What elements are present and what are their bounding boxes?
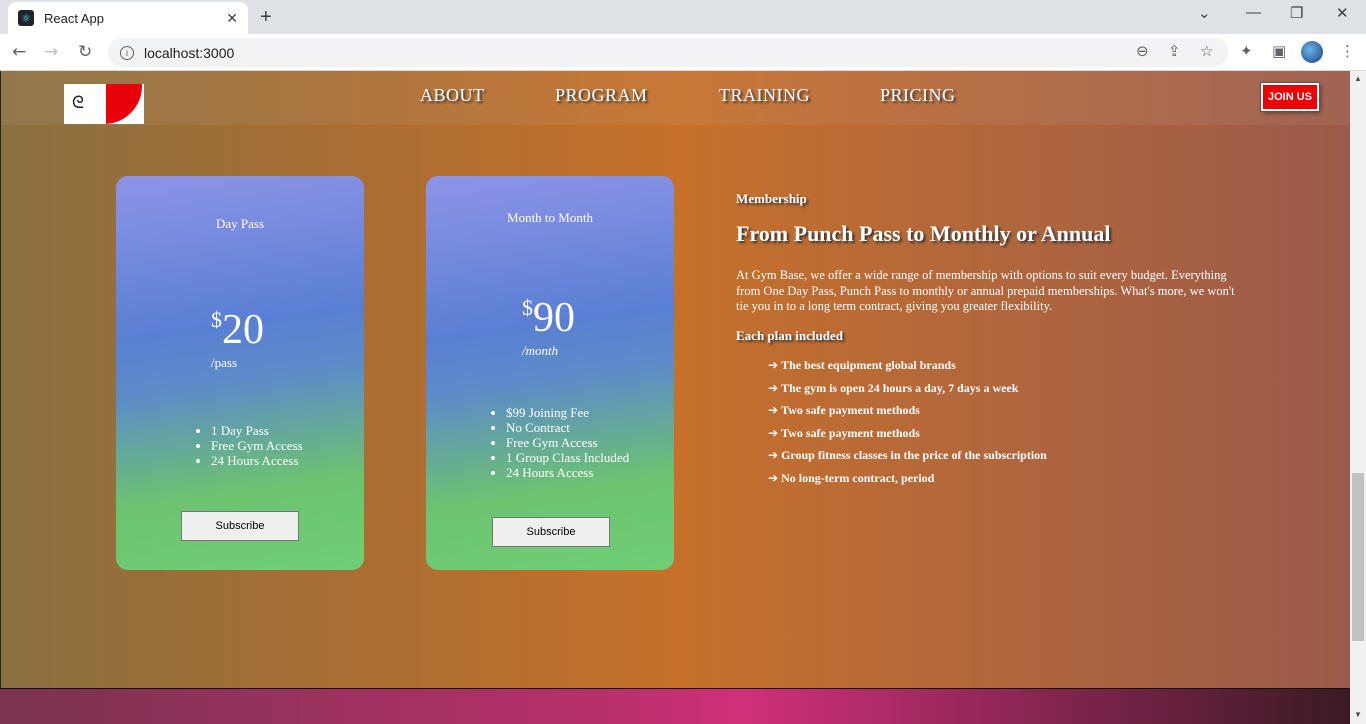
tab-bar: ⚛ React App ✕ + ⌄ — ❐ ✕ [0,0,1366,34]
card-price: $90 [522,294,575,342]
card-price: $20 [211,306,264,354]
site-logo[interactable]: ᘓ [64,84,144,124]
benefit-text: Two safe payment methods [781,403,920,418]
address-bar: ← → ↻ i localhost:3000 ⊖ ⇪ ☆ ✦ ▣ ⋮ [0,34,1366,71]
site-header: ᘓ ABOUT PROGRAM TRAINING PRICING JOIN US [1,71,1350,125]
nav-training[interactable]: TRAINING [719,85,810,106]
card-title: Month to Month [507,210,593,225]
subscribe-button[interactable]: Subscribe [492,517,610,547]
subscribe-button[interactable]: Subscribe [181,511,299,541]
menu-icon[interactable]: ⋮ [1340,42,1355,60]
url-field[interactable]: i localhost:3000 [108,38,1228,67]
restore-icon[interactable]: ❐ [1290,4,1303,22]
price-period: /pass [211,355,237,370]
membership-description: At Gym Base, we offer a wide range of me… [736,268,1235,313]
list-item: 24 Hours Access [506,465,629,480]
list-item: 1 Group Class Included [506,450,629,465]
site-info-icon[interactable]: i [120,45,134,60]
currency-symbol: $ [211,307,222,332]
arrow-right-icon: ➔ [768,470,779,485]
benefit-text: The best equipment global brands [781,358,956,372]
scroll-down-icon[interactable]: ▼ [1354,710,1362,719]
list-item: Free Gym Access [211,438,303,453]
list-item: 1 Day Pass [211,423,303,438]
benefit-text: Two safe payment methods [781,425,920,440]
window-close-icon[interactable]: ✕ [1336,4,1349,22]
list-item: 24 Hours Access [211,453,303,468]
list-item: ➔ Two safe payment methods [768,426,1047,449]
bookmark-star-icon[interactable]: ☆ [1200,42,1213,60]
minimize-icon[interactable]: — [1246,4,1261,21]
list-item: ➔ The gym is open 24 hours a day, 7 days … [768,381,1047,404]
next-section-strip [0,688,1350,724]
list-item: ➔ Group fitness classes in the price of t… [768,448,1047,471]
profile-avatar[interactable] [1301,41,1323,63]
forward-button[interactable]: → [44,42,58,62]
price-value: 20 [222,307,264,353]
url-text: localhost:3000 [144,44,235,61]
nav-program[interactable]: PROGRAM [555,85,648,106]
zoom-icon[interactable]: ⊖ [1136,42,1149,60]
extensions-icon[interactable]: ✦ [1240,42,1253,60]
react-icon: ⚛ [18,10,34,26]
join-us-button[interactable]: JOIN US [1260,82,1320,112]
currency-symbol: $ [522,295,533,320]
share-icon[interactable]: ⇪ [1168,42,1181,60]
logo-red-shape [104,84,144,124]
feature-list: $99 Joining Fee No Contract Free Gym Acc… [491,405,629,480]
membership-label: Membership [736,191,807,206]
arrow-right-icon: ➔ [768,448,779,463]
list-item: ➔ Two safe payment methods [768,403,1047,426]
new-tab-button[interactable]: + [260,6,272,29]
side-panel-icon[interactable]: ▣ [1272,42,1286,60]
close-tab-icon[interactable]: ✕ [226,10,238,27]
pricing-card-month-to-month: Month to Month $90 /month $99 Joining Fe… [426,176,674,570]
back-button[interactable]: ← [12,42,26,62]
pricing-section: ᘓ ABOUT PROGRAM TRAINING PRICING JOIN US… [0,71,1350,688]
list-item: $99 Joining Fee [506,405,629,420]
plan-included-label: Each plan included [736,328,843,343]
tab-search-icon[interactable]: ⌄ [1198,4,1211,22]
membership-headline: From Punch Pass to Monthly or Annual [736,221,1111,246]
scrollbar-thumb[interactable] [1352,473,1364,641]
pricing-card-day-pass: Day Pass $20 /pass 1 Day Pass Free Gym A… [116,176,364,570]
arrow-right-icon: ➔ [768,380,779,395]
arrow-right-icon: ➔ [768,403,779,418]
benefit-list: ➔ The best equipment global brands ➔ The g… [768,358,1047,494]
browser-tab[interactable]: ⚛ React App ✕ [8,2,248,34]
dumbbell-icon: ᘓ [72,93,84,113]
list-item: ➔ The best equipment global brands [768,358,1047,381]
list-item: ➔ No long-term contract, period [768,471,1047,494]
arrow-right-icon: ➔ [768,425,779,440]
nav-about[interactable]: ABOUT [420,85,485,106]
benefit-text: The gym is open 24 hours a day, 7 days a… [781,380,1019,395]
benefit-text: Group fitness classes in the price of th… [781,448,1047,463]
page-viewport: ᘓ ABOUT PROGRAM TRAINING PRICING JOIN US… [0,71,1350,724]
feature-list: 1 Day Pass Free Gym Access 24 Hours Acce… [196,423,303,468]
arrow-right-icon: ➔ [768,358,779,372]
list-item: No Contract [506,420,629,435]
scroll-up-icon[interactable]: ▲ [1354,74,1362,83]
list-item: Free Gym Access [506,435,629,450]
nav-pricing[interactable]: PRICING [880,85,956,106]
reload-button[interactable]: ↻ [78,42,92,62]
card-title: Day Pass [215,216,265,231]
price-value: 90 [533,295,575,341]
price-period: /month [522,343,559,358]
tab-title: React App [44,10,104,26]
benefit-text: No long-term contract, period [781,470,935,485]
